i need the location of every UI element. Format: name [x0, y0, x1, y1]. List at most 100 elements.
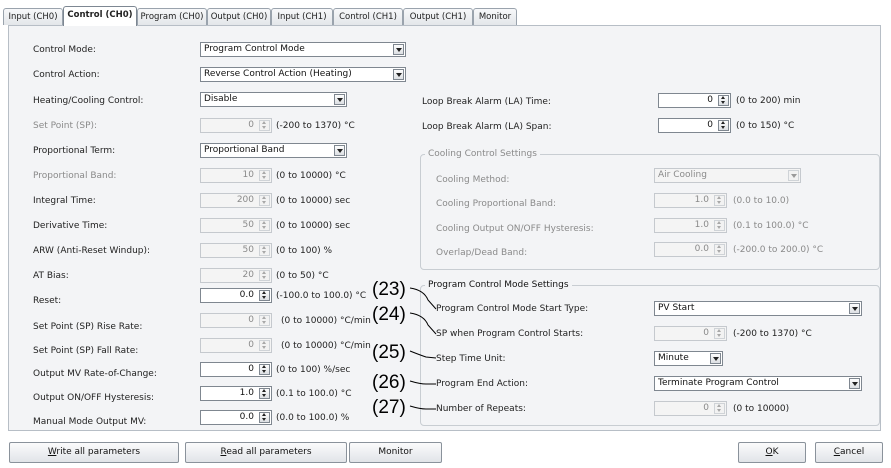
proportional-term-value: Proportional Band	[204, 145, 285, 155]
cooling-prop-band-label: Cooling Proportional Band:	[436, 199, 557, 209]
spinner-arrows-icon[interactable]	[259, 170, 270, 181]
chevron-down-icon	[334, 145, 345, 156]
sp-when-start-range: (-200 to 1370) °C	[733, 329, 812, 339]
spinner-arrows-icon[interactable]	[718, 95, 729, 106]
spinner-arrows-icon[interactable]	[259, 120, 270, 131]
cancel-button[interactable]: Cancel	[815, 442, 883, 463]
sp-when-start-spinner[interactable]: 0	[654, 326, 727, 341]
at-bias-spinner[interactable]: 20	[200, 268, 272, 283]
tab-output-ch1[interactable]: Output (CH1)	[403, 8, 473, 25]
chevron-down-icon	[710, 353, 721, 364]
spinner-arrows-icon[interactable]	[714, 244, 725, 255]
repeats-label: Number of Repeats:	[436, 404, 526, 414]
cooling-method-select[interactable]: Air Cooling	[654, 168, 801, 183]
overlap-spinner[interactable]: 0.0	[654, 242, 727, 257]
tab-bar: Input (CH0) Control (CH0) Program (CH0) …	[0, 0, 891, 26]
spinner-arrows-icon[interactable]	[714, 220, 725, 231]
output-onoff-hyst-spinner[interactable]: 1.0	[200, 386, 272, 401]
ok-button[interactable]: OK	[738, 442, 806, 463]
reset-spinner[interactable]: 0.0	[200, 288, 272, 303]
sp-rise-rate-spinner[interactable]: 0	[200, 313, 272, 328]
loop-break-time-value: 0	[707, 95, 713, 105]
proportional-term-label: Proportional Term:	[33, 146, 116, 156]
sp-rise-rate-value: 0	[248, 315, 254, 325]
spinner-arrows-icon[interactable]	[259, 364, 270, 375]
cooling-onoff-hyst-spinner[interactable]: 1.0	[654, 218, 727, 233]
loop-break-span-spinner[interactable]: 0	[658, 118, 731, 133]
write-all-parameters-button[interactable]: Write all parameters	[9, 442, 179, 463]
spinner-arrows-icon[interactable]	[714, 195, 725, 206]
spinner-arrows-icon[interactable]	[259, 315, 270, 326]
cooling-onoff-hyst-label: Cooling Output ON/OFF Hysteresis:	[436, 224, 594, 234]
repeats-range: (0 to 10000)	[733, 404, 790, 414]
manual-mode-mv-spinner[interactable]: 0.0	[200, 410, 272, 425]
tab-output-ch0[interactable]: Output (CH0)	[207, 8, 271, 25]
spinner-arrows-icon[interactable]	[714, 403, 725, 414]
derivative-time-spinner[interactable]: 50	[200, 218, 272, 233]
proportional-band-spinner[interactable]: 10	[200, 168, 272, 183]
repeats-spinner[interactable]: 0	[654, 401, 727, 416]
spinner-arrows-icon[interactable]	[259, 270, 270, 281]
heating-cooling-select[interactable]: Disable	[200, 92, 347, 107]
control-mode-label: Control Mode:	[33, 45, 96, 55]
read-all-parameters-button[interactable]: Read all parameters	[185, 442, 347, 463]
output-onoff-hyst-value: 1.0	[239, 388, 254, 398]
chevron-down-icon	[849, 378, 860, 389]
loop-break-time-spinner[interactable]: 0	[658, 93, 731, 108]
tab-monitor[interactable]: Monitor	[473, 8, 517, 25]
monitor-button[interactable]: Monitor	[349, 442, 442, 463]
control-action-select[interactable]: Reverse Control Action (Heating)	[200, 67, 406, 82]
spinner-arrows-icon[interactable]	[714, 328, 725, 339]
output-mv-rate-label: Output MV Rate-of-Change:	[33, 369, 157, 379]
spinner-arrows-icon[interactable]	[259, 245, 270, 256]
set-point-value: 0	[248, 120, 254, 130]
heating-cooling-value: Disable	[204, 94, 238, 104]
end-action-label: Program End Action:	[436, 379, 529, 389]
tab-program-ch0[interactable]: Program (CH0)	[137, 8, 207, 25]
reset-value: 0.0	[239, 290, 254, 300]
spinner-arrows-icon[interactable]	[259, 195, 270, 206]
end-action-select[interactable]: Terminate Program Control	[654, 376, 862, 391]
integral-time-value: 200	[236, 195, 254, 205]
proportional-term-select[interactable]: Proportional Band	[200, 143, 347, 158]
arw-value: 50	[242, 245, 254, 255]
tab-control-ch0[interactable]: Control (CH0)	[63, 6, 137, 26]
manual-mode-mv-value: 0.0	[239, 412, 254, 422]
spinner-arrows-icon[interactable]	[259, 220, 270, 231]
cooling-group-title: Cooling Control Settings	[425, 148, 540, 160]
spinner-arrows-icon[interactable]	[259, 290, 270, 301]
output-mv-rate-range: (0 to 100) %/sec	[276, 365, 351, 375]
step-time-unit-label: Step Time Unit:	[436, 354, 506, 364]
start-type-value: PV Start	[658, 303, 695, 313]
derivative-time-range: (0 to 10000) sec	[276, 221, 351, 231]
sp-rise-rate-label: Set Point (SP) Rise Rate:	[33, 322, 143, 332]
loop-break-span-range: (0 to 150) °C	[736, 121, 795, 131]
control-action-value: Reverse Control Action (Heating)	[204, 69, 352, 79]
arw-spinner[interactable]: 50	[200, 243, 272, 258]
spinner-arrows-icon[interactable]	[718, 120, 729, 131]
read-button-label: ead all parameters	[226, 447, 312, 457]
sp-fall-rate-spinner[interactable]: 0	[200, 338, 272, 353]
tab-input-ch0[interactable]: Input (CH0)	[3, 8, 63, 25]
tab-input-ch1[interactable]: Input (CH1)	[271, 8, 333, 25]
cooling-method-label: Cooling Method:	[436, 175, 510, 185]
step-time-unit-select[interactable]: Minute	[654, 351, 723, 366]
cooling-method-value: Air Cooling	[658, 170, 707, 180]
tab-control-ch1[interactable]: Control (CH1)	[333, 8, 403, 25]
start-type-select[interactable]: PV Start	[654, 301, 862, 316]
spinner-arrows-icon[interactable]	[259, 340, 270, 351]
callout-23: (23)	[372, 279, 406, 300]
spinner-arrows-icon[interactable]	[259, 388, 270, 399]
control-mode-select[interactable]: Program Control Mode	[200, 42, 406, 57]
cooling-prop-band-value: 1.0	[694, 195, 709, 205]
set-point-spinner[interactable]: 0	[200, 118, 272, 133]
cooling-prop-band-spinner[interactable]: 1.0	[654, 193, 727, 208]
chevron-down-icon	[849, 303, 860, 314]
reset-label: Reset:	[33, 296, 62, 306]
ok-button-label: K	[772, 447, 779, 457]
spinner-arrows-icon[interactable]	[259, 412, 270, 423]
start-type-label: Program Control Mode Start Type:	[436, 304, 589, 314]
integral-time-spinner[interactable]: 200	[200, 193, 272, 208]
at-bias-value: 20	[242, 270, 254, 280]
output-mv-rate-spinner[interactable]: 0	[200, 362, 272, 377]
